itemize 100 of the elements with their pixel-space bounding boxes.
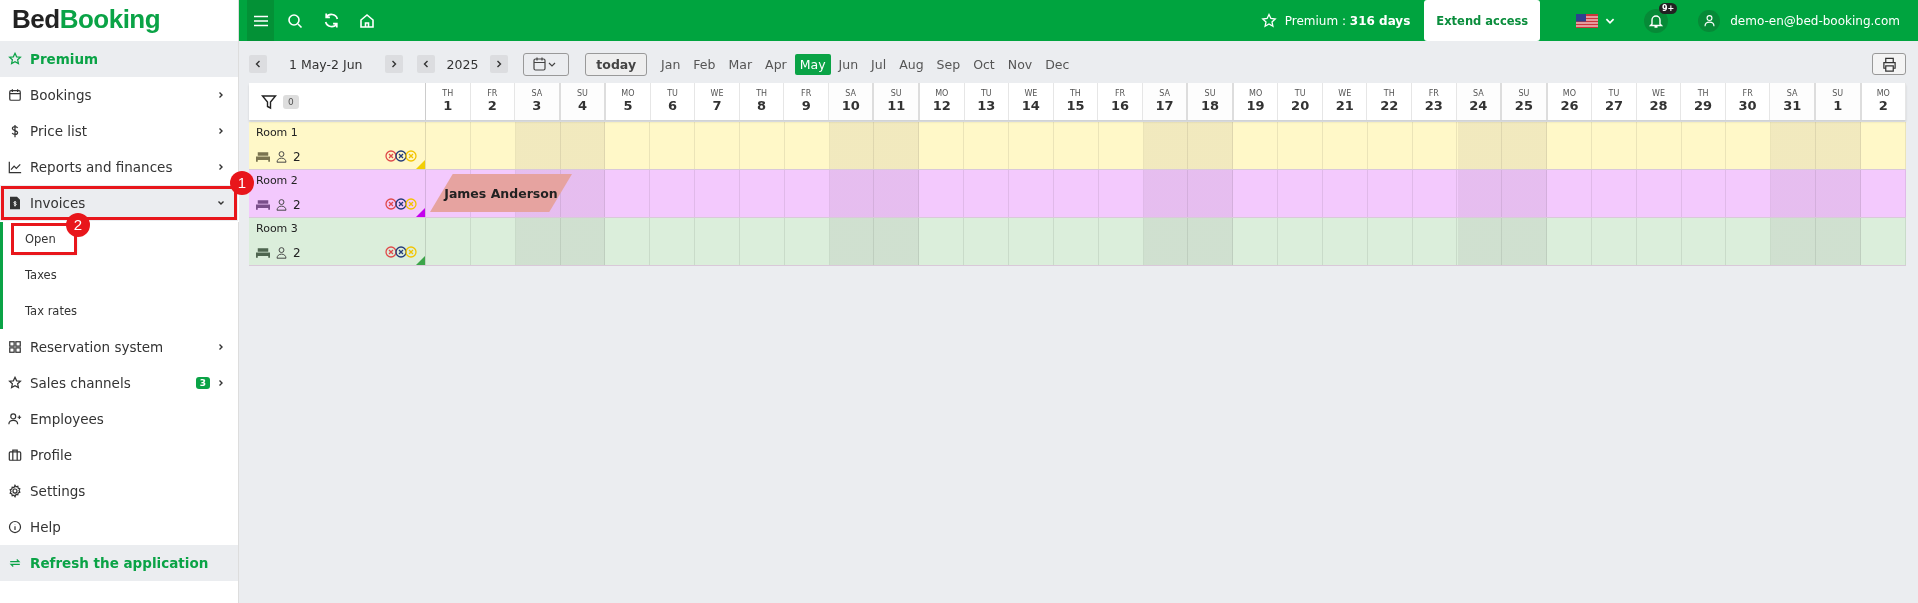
today-button[interactable]: today	[585, 52, 648, 76]
month-tab[interactable]: Feb	[688, 53, 721, 75]
room-name[interactable]: Room 1	[256, 126, 425, 139]
day-header: SA 3	[515, 83, 561, 120]
person-icon	[275, 245, 288, 259]
person-icon	[275, 197, 288, 211]
chart-icon	[8, 160, 22, 174]
month-tab[interactable]: Dec	[1040, 53, 1075, 75]
flag-icon	[1576, 13, 1599, 28]
extend-access-button[interactable]: Extend access	[1424, 0, 1541, 41]
filter-count: 0	[283, 94, 299, 109]
status-icons	[385, 198, 419, 210]
next-range-button[interactable]	[384, 55, 403, 73]
bed-icon	[256, 198, 270, 210]
sidebar-item[interactable]: Invoices	[0, 185, 238, 221]
day-header: TU 20	[1278, 83, 1323, 120]
day-header: TH 15	[1053, 83, 1099, 120]
home-icon	[359, 12, 375, 29]
booking-bar[interactable]: James Anderson	[430, 174, 572, 212]
room-name[interactable]: Room 3	[256, 222, 425, 235]
premium-status: Premium : 316 days	[1284, 13, 1411, 28]
month-tab[interactable]: Oct	[968, 53, 1000, 75]
day-header: FR 16	[1098, 83, 1143, 120]
bed-icon	[256, 150, 270, 162]
bell-icon	[1648, 12, 1665, 29]
bed-icon	[256, 246, 270, 258]
day-header: MO 19	[1233, 83, 1279, 120]
language-selector[interactable]	[1576, 13, 1617, 28]
status-icons	[385, 150, 419, 162]
date-picker-button[interactable]	[523, 52, 570, 76]
next-year-button[interactable]	[490, 55, 509, 73]
day-header: SA 10	[828, 83, 875, 120]
step-marker: 1	[230, 171, 254, 195]
day-header: SU 18	[1188, 83, 1234, 120]
refresh-icon	[8, 556, 22, 570]
sidebar-item[interactable]: Price list	[0, 113, 238, 149]
day-header: TH 29	[1681, 83, 1726, 120]
submenu-item[interactable]: Tax rates	[25, 298, 77, 324]
submenu-item[interactable]: Taxes	[25, 262, 57, 288]
sidebar-item[interactable]: Employees	[0, 401, 238, 437]
printer-icon	[1881, 56, 1897, 72]
search-icon	[287, 12, 303, 29]
day-header: TU 27	[1592, 83, 1637, 120]
month-tab[interactable]: Nov	[1002, 53, 1038, 75]
star-icon	[8, 376, 22, 390]
grid-icon	[8, 340, 22, 354]
day-header: FR 9	[784, 83, 829, 120]
day-header: MO 5	[606, 83, 651, 120]
month-tab[interactable]: Aug	[894, 53, 929, 75]
menu-button[interactable]	[247, 0, 274, 41]
print-button[interactable]	[1872, 53, 1906, 75]
sidebar-item[interactable]: Sales channels 3	[0, 365, 238, 401]
guest-count: 2	[293, 246, 301, 260]
notification-count: 9+	[1658, 2, 1678, 14]
day-header: SA 17	[1142, 83, 1189, 120]
month-tab[interactable]: Jul	[866, 53, 892, 75]
app-logo: BedBooking	[11, 3, 162, 36]
sidebar-item[interactable]: Help	[0, 509, 238, 545]
day-header: SU 25	[1502, 83, 1548, 120]
info-icon	[8, 520, 22, 534]
person-icon	[275, 149, 288, 163]
day-header: MO 26	[1547, 83, 1593, 120]
guest-count: 2	[293, 198, 301, 212]
year-label: 2025	[446, 56, 479, 72]
gear-icon	[8, 484, 22, 498]
filter-icon[interactable]	[261, 93, 277, 110]
month-tab[interactable]: Jun	[833, 53, 864, 75]
invoice-icon	[8, 196, 22, 210]
day-header: TU 6	[650, 83, 696, 120]
star-icon	[1260, 12, 1277, 29]
room-color-marker	[416, 256, 425, 265]
day-header: TU 13	[964, 83, 1010, 120]
month-tab[interactable]: Sep	[931, 53, 966, 75]
day-header: WE 28	[1636, 83, 1682, 120]
month-tab[interactable]: Jan	[656, 53, 686, 75]
day-header: SA 24	[1456, 83, 1503, 120]
step-marker: 2	[66, 213, 90, 237]
day-header: SU 11	[874, 83, 920, 120]
sidebar-item[interactable]: Profile	[0, 437, 238, 473]
chevron-left-icon	[253, 59, 263, 69]
date-range: 1 May-2 Jun	[289, 56, 363, 72]
status-icons	[385, 246, 419, 258]
previous-year-button[interactable]	[416, 55, 435, 73]
room-name[interactable]: Room 2	[256, 174, 425, 187]
day-header: TH 1	[426, 83, 471, 120]
previous-range-button[interactable]	[249, 55, 267, 73]
day-header: SA 31	[1770, 83, 1816, 120]
month-tab[interactable]: Mar	[723, 53, 758, 75]
user-plus-icon	[8, 412, 22, 426]
sidebar-item[interactable]: Settings	[0, 473, 238, 509]
star-icon	[8, 52, 22, 66]
day-header: MO 2	[1861, 83, 1907, 120]
user-avatar-icon	[1698, 9, 1721, 32]
sidebar-item[interactable]: Reservation system	[0, 329, 238, 365]
day-header: FR 23	[1412, 83, 1457, 120]
month-tab[interactable]: Apr	[760, 53, 792, 75]
day-header: SU 4	[560, 83, 607, 120]
case-icon	[8, 448, 22, 462]
refresh-icon	[322, 12, 340, 29]
sidebar-item[interactable]: Bookings	[0, 77, 238, 113]
